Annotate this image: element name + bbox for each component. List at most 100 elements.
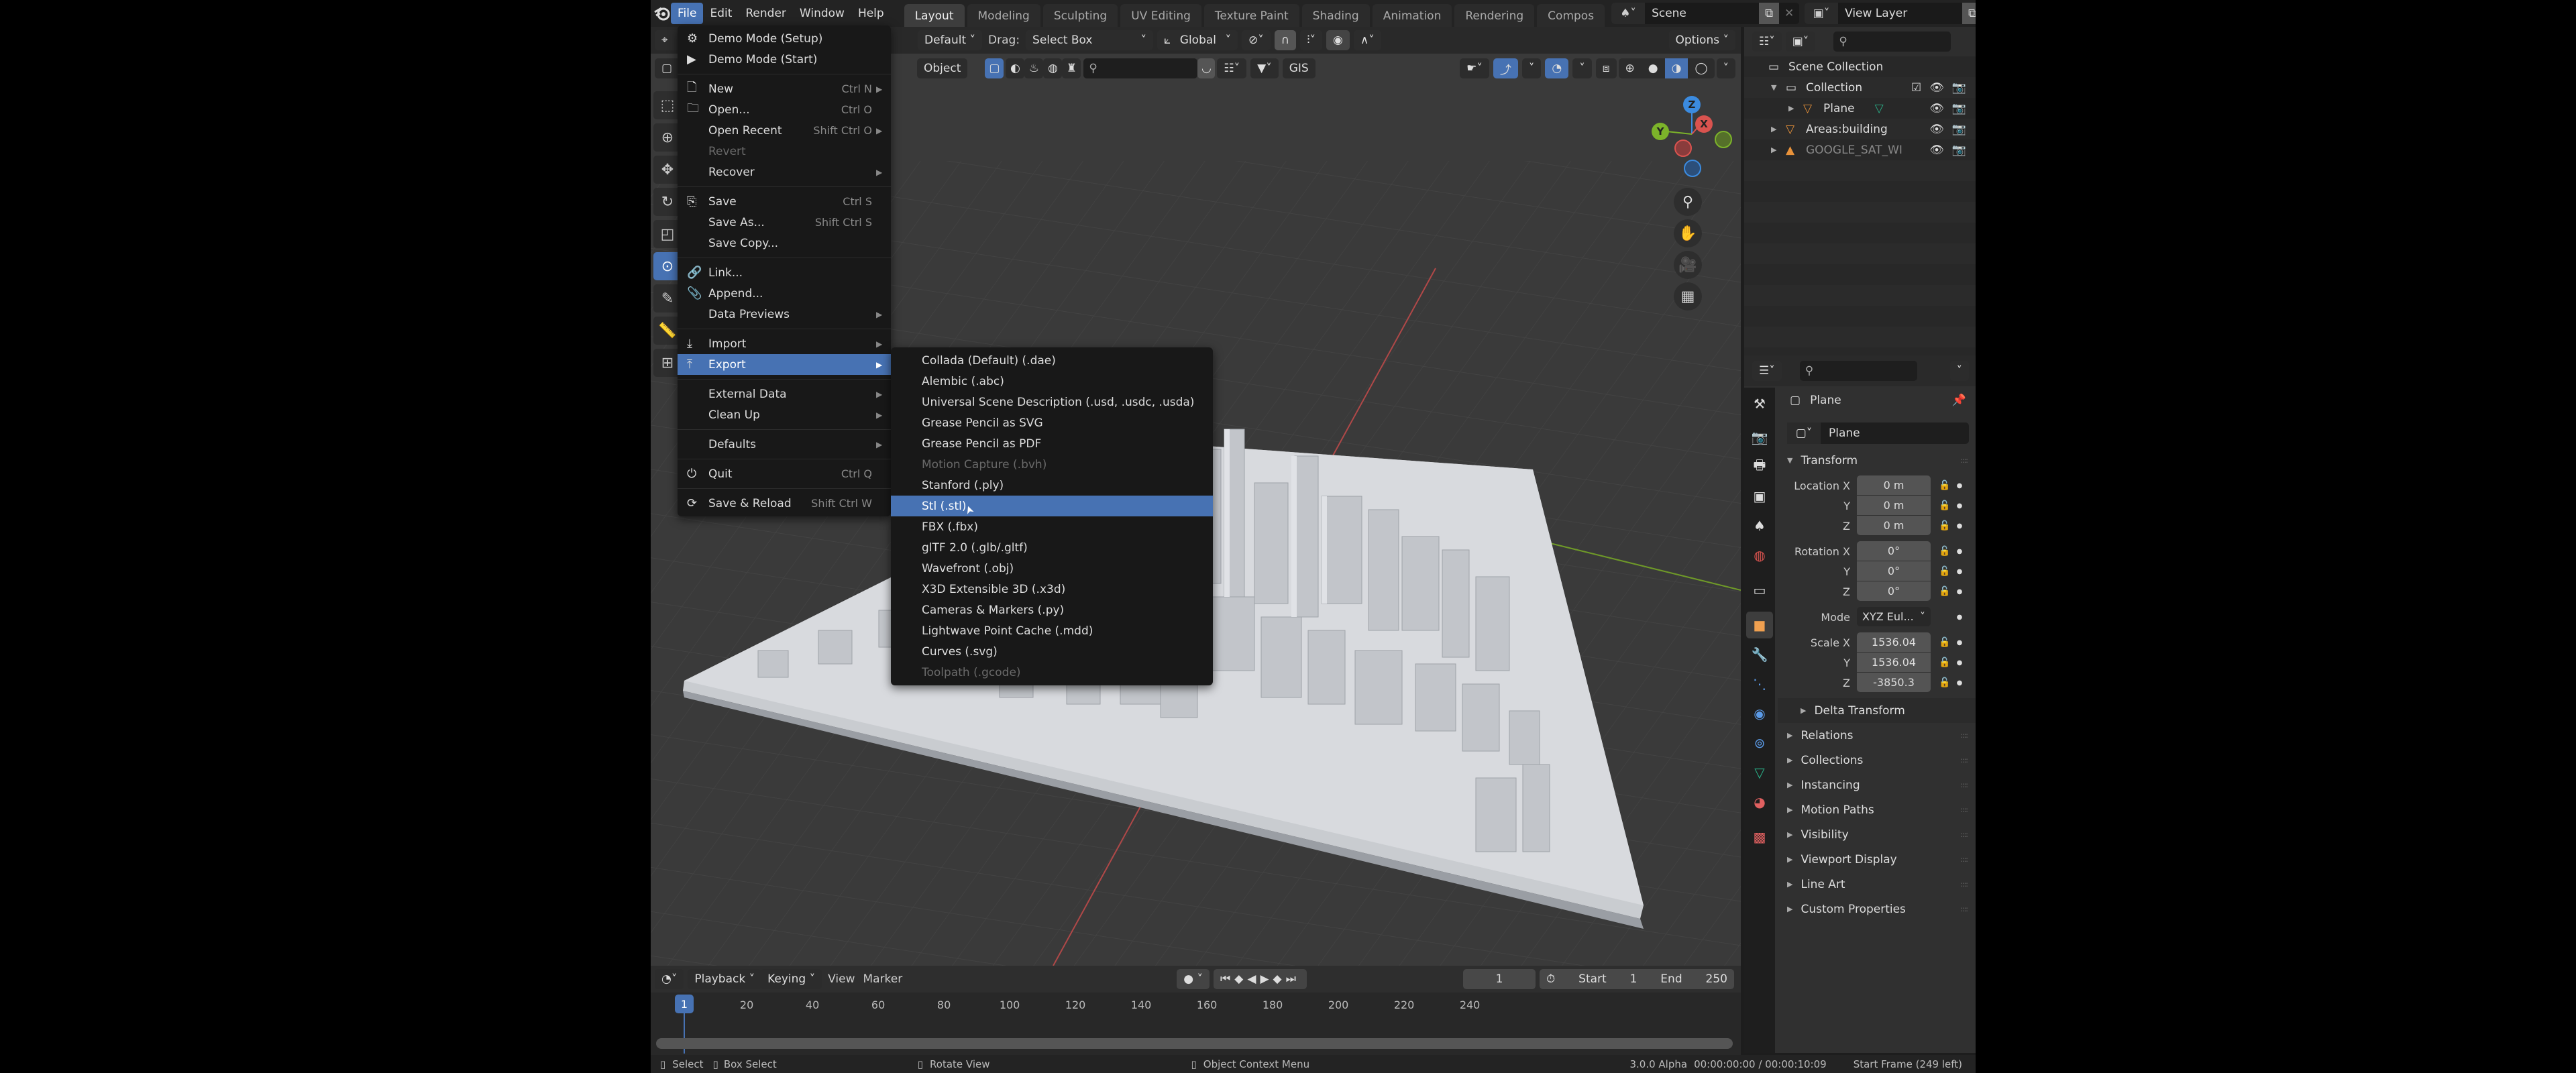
new-view-layer-icon[interactable]: ⧉: [1962, 3, 1976, 24]
export-item-x3d-extensible-3d-x3d[interactable]: X3D Extensible 3D (.x3d): [891, 579, 1213, 600]
panel-collections[interactable]: ▶ Collections::::: [1778, 748, 1976, 773]
export-item-toolpath-gcode[interactable]: Toolpath (.gcode): [891, 662, 1213, 683]
scene-icon[interactable]: ♠˅: [1611, 3, 1646, 24]
tab-mesh-data-icon[interactable]: ▽: [1746, 759, 1773, 786]
export-item-fbx-fbx[interactable]: FBX (.fbx): [891, 516, 1213, 537]
panel-instancing[interactable]: ▶ Instancing::::: [1778, 773, 1976, 797]
panel-custom-properties[interactable]: ▶ Custom Properties::::: [1778, 897, 1976, 921]
visibility-eye-icon[interactable]: 👁: [1929, 102, 1944, 115]
proportional-falloff-dropdown[interactable]: ∧˅: [1353, 30, 1381, 50]
export-item-alembic-abc[interactable]: Alembic (.abc): [891, 371, 1213, 392]
collapse-triangle-icon[interactable]: ▶: [1788, 104, 1803, 113]
gizmo-y-axis[interactable]: Y: [1652, 123, 1669, 140]
drag-grip-icon[interactable]: ::::: [1960, 731, 1968, 740]
new-scene-icon[interactable]: ⧉: [1759, 3, 1780, 24]
keyframe-dot-icon[interactable]: ●: [1955, 482, 1964, 490]
file-menu-item-demo-mode-setup[interactable]: ⚙ Demo Mode (Setup): [678, 28, 891, 49]
drag-grip-icon[interactable]: ::::: [1960, 905, 1968, 913]
visibility-eye-icon[interactable]: 👁: [1929, 81, 1944, 95]
menu-window[interactable]: Window: [793, 3, 851, 24]
next-keyframe-icon[interactable]: ◆: [1273, 972, 1286, 986]
gizmo-toggle[interactable]: ⤴: [1493, 58, 1518, 78]
outliner-search-input[interactable]: ⚲: [1833, 32, 1951, 52]
world-icon[interactable]: ◍: [1043, 58, 1063, 78]
blender-logo-icon[interactable]: [653, 1, 671, 25]
render-camera-icon[interactable]: 📷: [1952, 144, 1966, 157]
location-y-field[interactable]: 0 m: [1857, 496, 1931, 515]
jump-start-icon[interactable]: ⏮: [1220, 972, 1234, 986]
overlays-dropdown[interactable]: ˅: [1572, 58, 1592, 78]
tab-sculpting[interactable]: Sculpting: [1042, 4, 1118, 27]
export-item-lightwave-point-cache-mdd[interactable]: Lightwave Point Cache (.mdd): [891, 620, 1213, 641]
tab-scene-icon[interactable]: ♠: [1746, 512, 1773, 539]
collapse-triangle-icon[interactable]: ▶: [1771, 125, 1786, 133]
play-reverse-icon[interactable]: ◀: [1247, 972, 1260, 986]
display-mode-dropdown[interactable]: ☷˅: [1752, 32, 1782, 52]
export-item-grease-pencil-as-pdf[interactable]: Grease Pencil as PDF: [891, 433, 1213, 454]
tab-constraints-icon[interactable]: ⊚: [1746, 730, 1773, 756]
keyframe-dot-icon[interactable]: ●: [1955, 614, 1964, 621]
options-dropdown[interactable]: Options ˅: [1668, 30, 1735, 50]
file-menu-item-open[interactable]: 🗀 Open... Ctrl O: [678, 99, 891, 120]
tab-texture-paint[interactable]: Texture Paint: [1203, 4, 1299, 27]
view-layer-filter-dropdown[interactable]: ▣˅: [1785, 32, 1816, 52]
timeline-editor-type[interactable]: ◔˅: [655, 969, 684, 989]
scene-selector[interactable]: ♠˅ Scene ⧉ ✕: [1611, 3, 1800, 24]
gizmo-dropdown[interactable]: ˅: [1521, 58, 1542, 78]
tab-view-layer-icon[interactable]: ▣: [1746, 483, 1773, 510]
file-menu-item-external-data[interactable]: External Data ▶: [678, 384, 891, 404]
drag-grip-icon[interactable]: ::::: [1960, 805, 1968, 814]
file-menu-item-data-previews[interactable]: Data Previews ▶: [678, 304, 891, 325]
select-visibility-dropdown[interactable]: ☛˅: [1460, 58, 1489, 78]
drag-grip-icon[interactable]: ::::: [1960, 880, 1968, 889]
outliner-item-plane[interactable]: ▶ ▽ Plane ▽ 👁 📷: [1744, 98, 1976, 119]
tab-world-icon[interactable]: ◍: [1746, 542, 1773, 569]
menu-render[interactable]: Render: [739, 3, 793, 24]
drag-grip-icon[interactable]: ::::: [1960, 781, 1968, 789]
export-item-collada-default-dae[interactable]: Collada (Default) (.dae): [891, 350, 1213, 371]
file-menu-item-link[interactable]: 🔗 Link...: [678, 262, 891, 283]
render-camera-icon[interactable]: 📷: [1952, 102, 1966, 115]
lock-icon[interactable]: 🔓: [1935, 520, 1955, 531]
export-item-gltf-2-0-glb-gltf[interactable]: glTF 2.0 (.glb/.gltf): [891, 537, 1213, 558]
shading-wireframe[interactable]: ⊕: [1618, 58, 1642, 78]
export-item-motion-capture-bvh[interactable]: Motion Capture (.bvh): [891, 454, 1213, 475]
object-name-input[interactable]: Plane: [1821, 427, 1860, 440]
file-menu-item-open-recent[interactable]: Open Recent Shift Ctrl O ▶: [678, 120, 891, 141]
object-type-icon[interactable]: ▢˅: [1787, 422, 1821, 444]
object-mode-select-icon[interactable]: ▢: [985, 58, 1004, 78]
play-icon[interactable]: ▶: [1260, 972, 1273, 986]
snap-toggle[interactable]: ∩: [1274, 30, 1297, 50]
transform-orientation-dropdown[interactable]: ⟀ Global ˅: [1157, 30, 1238, 50]
file-menu-item-quit[interactable]: ⏻ Quit Ctrl Q: [678, 463, 891, 484]
file-menu-item-import[interactable]: ⤓ Import ▶: [678, 333, 891, 354]
gizmo-neg-y-axis[interactable]: [1715, 131, 1732, 148]
file-menu-item-export[interactable]: ⤒ Export ▶: [678, 354, 891, 375]
file-menu-item-clean-up[interactable]: Clean Up ▶: [678, 404, 891, 425]
shading-rendered[interactable]: ◯: [1688, 58, 1715, 78]
gizmo-neg-x-axis[interactable]: [1674, 139, 1692, 157]
end-frame-field[interactable]: 250: [1706, 972, 1727, 986]
keying-menu[interactable]: Keying ˅: [761, 969, 822, 989]
filter-dropdown[interactable]: ▼˅: [1250, 58, 1279, 78]
remove-scene-icon[interactable]: ✕: [1779, 7, 1799, 20]
visibility-eye-icon[interactable]: 👁: [1929, 123, 1944, 136]
gizmo-neg-z-axis[interactable]: [1684, 160, 1701, 177]
start-frame-field[interactable]: 1: [1630, 972, 1638, 986]
tab-shading[interactable]: Shading: [1301, 4, 1370, 27]
lock-icon[interactable]: 🔓: [1935, 586, 1955, 597]
scale-y-field[interactable]: 1536.04: [1857, 653, 1931, 672]
marker-menu[interactable]: Marker: [863, 972, 902, 986]
gizmo-z-axis[interactable]: Z: [1683, 96, 1701, 113]
tab-animation[interactable]: Animation: [1372, 4, 1452, 27]
view-layer-name[interactable]: View Layer: [1838, 7, 1962, 20]
file-menu-item-revert[interactable]: Revert: [678, 141, 891, 162]
keyframe-dot-icon[interactable]: ●: [1955, 588, 1964, 596]
file-menu-item-append[interactable]: 📎 Append...: [678, 283, 891, 304]
ortho-grid-icon[interactable]: ▦: [1674, 282, 1702, 310]
render-camera-icon[interactable]: 📷: [1952, 81, 1966, 95]
delta-transform-subpanel[interactable]: ▶ Delta Transform: [1778, 698, 1976, 723]
drag-grip-icon[interactable]: ::::: [1960, 756, 1968, 765]
export-item-cameras-markers-py[interactable]: Cameras & Markers (.py): [891, 600, 1213, 620]
lock-icon[interactable]: 🔓: [1935, 657, 1955, 668]
